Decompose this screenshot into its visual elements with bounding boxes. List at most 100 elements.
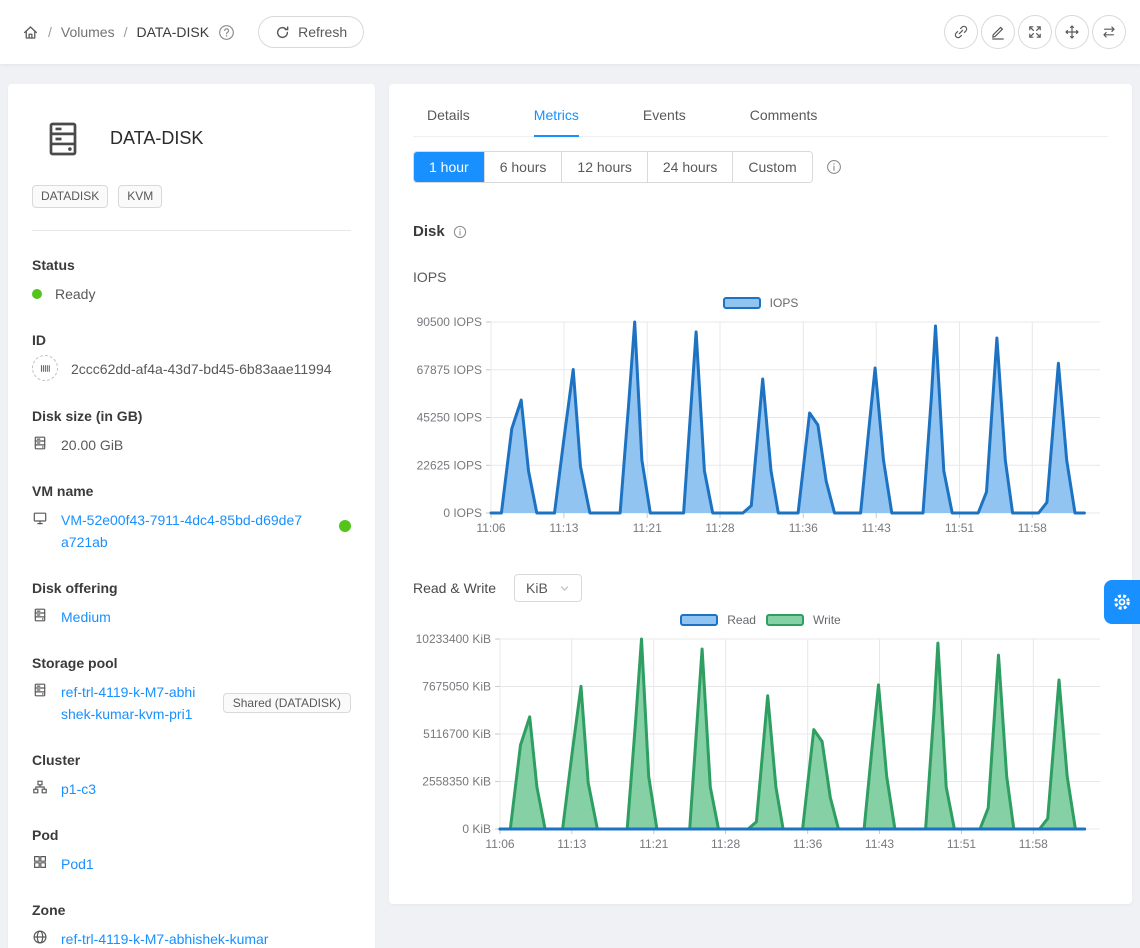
barcode-icon bbox=[32, 355, 58, 381]
read-write-chart: Read Write 10233400 KiB7675050 KiB511670… bbox=[413, 612, 1108, 867]
info-section: Storage pool ref-trl-4119-k-M7-abhishek-… bbox=[32, 655, 351, 725]
tab-details[interactable]: Details bbox=[427, 94, 470, 137]
svg-text:11:58: 11:58 bbox=[1019, 837, 1048, 851]
tab-metrics[interactable]: Metrics bbox=[534, 94, 579, 137]
svg-text:5116700 KiB: 5116700 KiB bbox=[423, 727, 491, 741]
info-circle-icon[interactable] bbox=[826, 159, 842, 175]
svg-text:11:06: 11:06 bbox=[476, 521, 505, 535]
resource-tags: DATADISK KVM bbox=[32, 185, 351, 208]
svg-text:11:58: 11:58 bbox=[1018, 521, 1047, 535]
legend-label: Read bbox=[727, 613, 756, 627]
vm-name-value[interactable]: VM-52e00f43-7911-4dc4-85bd-d69de7a721ab bbox=[61, 509, 309, 553]
cluster-value[interactable]: p1-c3 bbox=[61, 778, 96, 800]
hdd-icon bbox=[32, 607, 48, 623]
rw-legend: Read Write bbox=[413, 612, 1108, 628]
tag: DATADISK bbox=[32, 185, 108, 208]
svg-text:67875 IOPS: 67875 IOPS bbox=[417, 363, 482, 377]
desktop-icon bbox=[32, 510, 48, 526]
swap-icon bbox=[1101, 24, 1117, 40]
swap-button[interactable] bbox=[1092, 15, 1126, 49]
pod-value[interactable]: Pod1 bbox=[61, 853, 94, 875]
svg-text:90500 IOPS: 90500 IOPS bbox=[417, 315, 482, 329]
info-section: Disk size (in GB) 20.00 GiB bbox=[32, 408, 351, 456]
status-dot bbox=[32, 289, 42, 299]
link-button[interactable] bbox=[944, 15, 978, 49]
move-button[interactable] bbox=[1055, 15, 1089, 49]
legend-item-write[interactable]: Write bbox=[766, 613, 841, 627]
tab-bar: Details Metrics Events Comments bbox=[413, 94, 1108, 137]
svg-text:11:36: 11:36 bbox=[789, 521, 818, 535]
info-section-label: Zone bbox=[32, 902, 351, 918]
time-range-1-hour[interactable]: 1 hour bbox=[414, 152, 484, 182]
time-range-24-hours[interactable]: 24 hours bbox=[647, 152, 732, 182]
info-section-label: VM name bbox=[32, 483, 351, 499]
info-section: Zone ref-trl-4119-k-M7-abhishek-kumar bbox=[32, 902, 351, 948]
tag: KVM bbox=[118, 185, 162, 208]
svg-text:11:43: 11:43 bbox=[862, 521, 891, 535]
hdd-icon bbox=[32, 435, 48, 451]
page-header: / Volumes / DATA-DISK Refresh bbox=[0, 0, 1140, 64]
svg-text:11:43: 11:43 bbox=[865, 837, 894, 851]
info-section-label: Status bbox=[32, 257, 351, 273]
svg-text:11:21: 11:21 bbox=[633, 521, 662, 535]
disk-size-in-gb--value: 20.00 GiB bbox=[61, 434, 123, 456]
info-section: Pod Pod1 bbox=[32, 827, 351, 875]
cluster-icon bbox=[32, 779, 48, 795]
info-section: Status Ready bbox=[32, 257, 351, 305]
breadcrumb: / Volumes / DATA-DISK Refresh bbox=[22, 16, 364, 48]
svg-text:11:06: 11:06 bbox=[485, 837, 514, 851]
info-section: ID 2ccc62dd-af4a-43d7-bd45-6b83aae11994 bbox=[32, 332, 351, 381]
svg-text:11:36: 11:36 bbox=[793, 837, 822, 851]
storage-pool-value[interactable]: ref-trl-4119-k-M7-abhishek-kumar-kvm-pri… bbox=[61, 681, 196, 725]
read-write-label: Read & Write bbox=[413, 580, 496, 596]
info-section-label: Cluster bbox=[32, 752, 351, 768]
resource-tabs-card: Details Metrics Events Comments 1 hour6 hou… bbox=[389, 84, 1132, 904]
time-range-custom[interactable]: Custom bbox=[732, 152, 811, 182]
tab-comments[interactable]: Comments bbox=[750, 94, 818, 137]
page-title: DATA-DISK bbox=[110, 128, 203, 149]
gear-icon bbox=[1112, 592, 1132, 612]
time-range-6-hours[interactable]: 6 hours bbox=[484, 152, 562, 182]
time-range-12-hours[interactable]: 12 hours bbox=[561, 152, 646, 182]
unit-select[interactable]: KiB bbox=[514, 574, 582, 602]
breadcrumb-volumes-link[interactable]: Volumes bbox=[61, 24, 115, 40]
legend-swatch bbox=[723, 297, 761, 309]
status-value: Ready bbox=[55, 283, 95, 305]
legend-item-iops[interactable]: IOPS bbox=[723, 296, 799, 310]
svg-text:11:13: 11:13 bbox=[549, 521, 578, 535]
info-section-label: Disk size (in GB) bbox=[32, 408, 351, 424]
svg-text:45250 IOPS: 45250 IOPS bbox=[417, 411, 482, 425]
svg-text:11:51: 11:51 bbox=[945, 521, 974, 535]
iops-legend: IOPS bbox=[413, 295, 1108, 311]
info-circle-icon[interactable] bbox=[453, 225, 467, 239]
time-range-group: 1 hour6 hours12 hours24 hoursCustom bbox=[413, 151, 813, 183]
legend-item-read[interactable]: Read bbox=[680, 613, 756, 627]
disk-offering-value[interactable]: Medium bbox=[61, 606, 111, 628]
fullscreen-button[interactable] bbox=[1018, 15, 1052, 49]
legend-label: IOPS bbox=[770, 296, 799, 310]
svg-text:0 IOPS: 0 IOPS bbox=[443, 506, 482, 520]
breadcrumb-separator: / bbox=[48, 24, 52, 40]
iops-chart-title: IOPS bbox=[413, 269, 1108, 285]
reload-icon bbox=[275, 25, 290, 40]
resource-detail-card: DATA-DISK DATADISK KVM Status Ready ID 2c… bbox=[8, 84, 375, 948]
home-icon[interactable] bbox=[22, 24, 39, 41]
zone-value[interactable]: ref-trl-4119-k-M7-abhishek-kumar bbox=[61, 928, 268, 948]
settings-fab[interactable] bbox=[1104, 580, 1140, 624]
storage-pool-badge: Shared (DATADISK) bbox=[223, 693, 351, 713]
svg-text:11:28: 11:28 bbox=[705, 521, 734, 535]
edit-icon bbox=[990, 24, 1006, 40]
svg-text:11:28: 11:28 bbox=[711, 837, 740, 851]
volume-icon bbox=[48, 121, 78, 157]
id-value: 2ccc62dd-af4a-43d7-bd45-6b83aae11994 bbox=[71, 358, 332, 380]
fullscreen-icon bbox=[1027, 24, 1043, 40]
refresh-button[interactable]: Refresh bbox=[258, 16, 364, 48]
link-icon bbox=[953, 24, 969, 40]
header-action-buttons bbox=[944, 15, 1126, 49]
read-write-row: Read & Write KiB bbox=[413, 574, 1108, 602]
svg-text:11:51: 11:51 bbox=[947, 837, 976, 851]
edit-button[interactable] bbox=[981, 15, 1015, 49]
question-circle-icon[interactable] bbox=[218, 24, 235, 41]
tab-events[interactable]: Events bbox=[643, 94, 686, 137]
info-section: Disk offering Medium bbox=[32, 580, 351, 628]
